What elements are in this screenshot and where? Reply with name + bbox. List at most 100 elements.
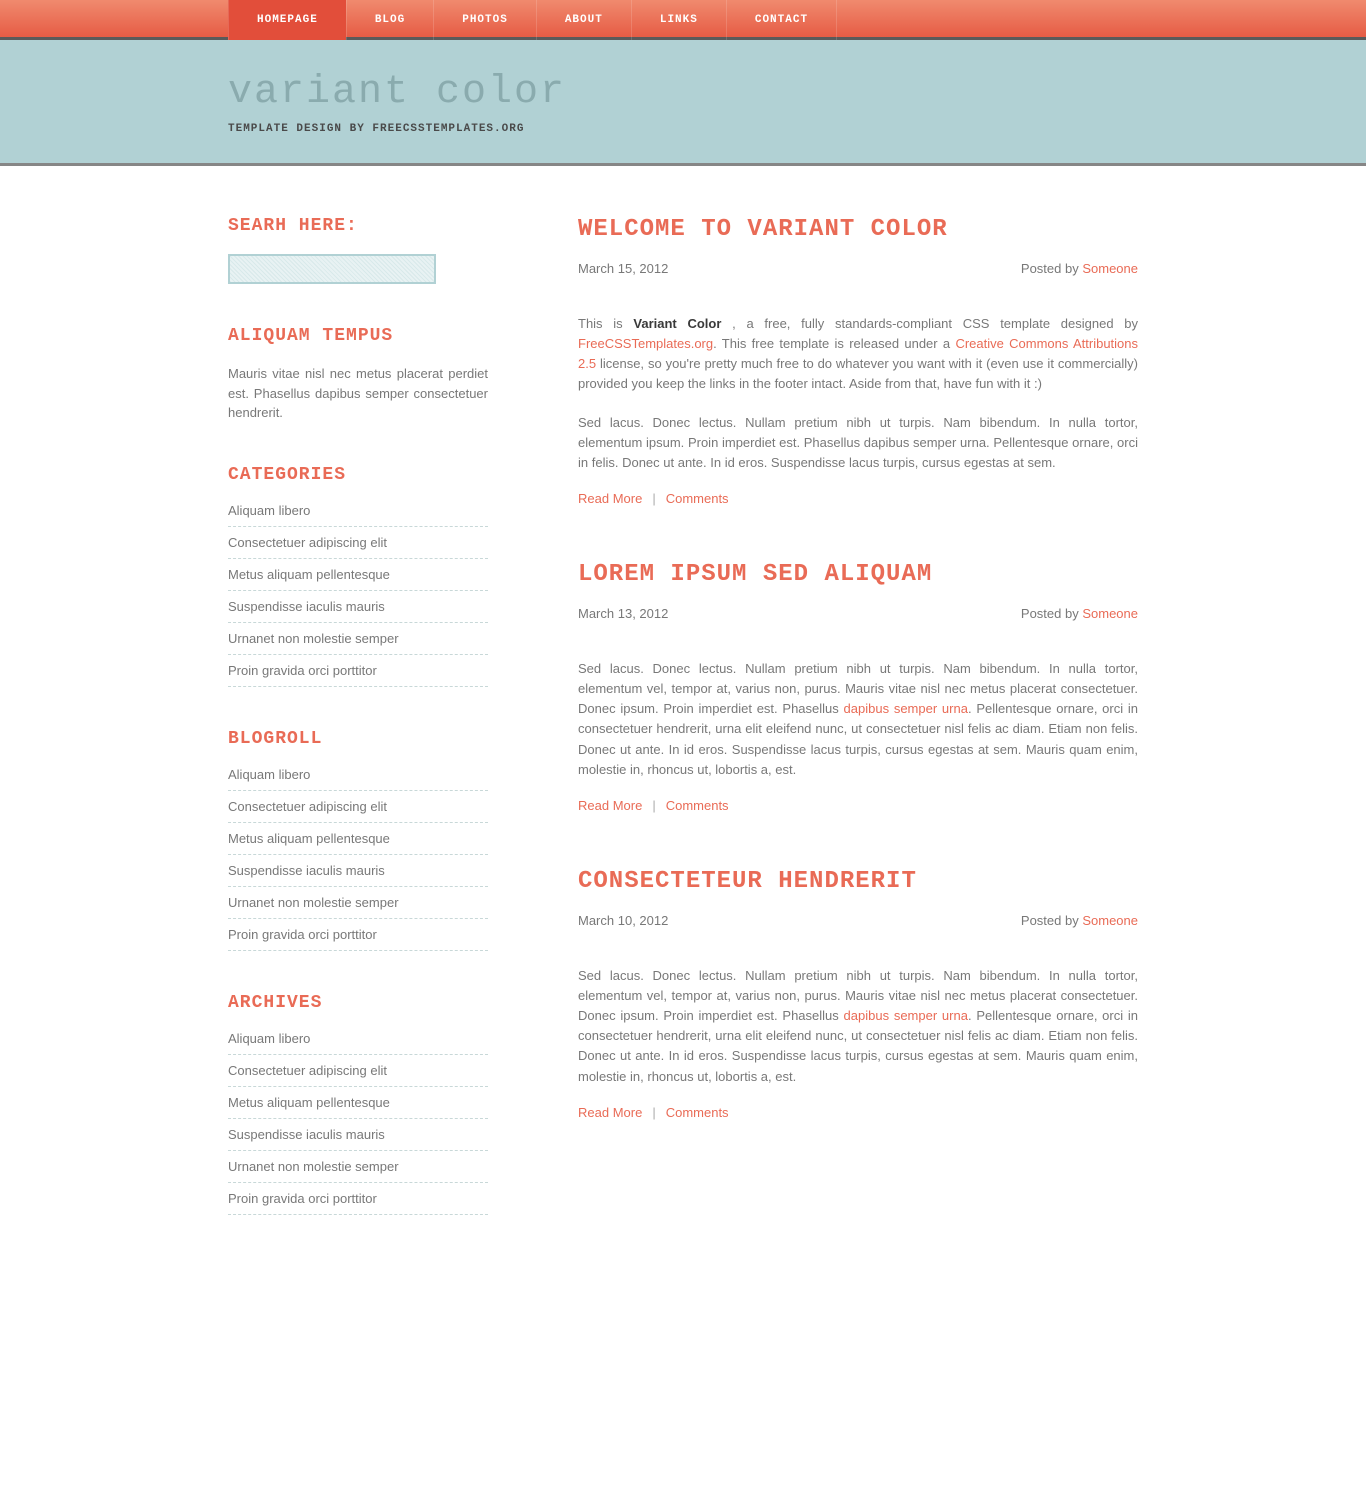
categories-heading: Categories	[228, 465, 488, 485]
site-title: variant color	[228, 70, 1183, 115]
post-links: Read More | Comments	[578, 1105, 1138, 1120]
list-item: Metus aliquam pellentesque	[228, 1087, 488, 1119]
search-heading: Searh Here:	[228, 216, 488, 236]
read-more-link[interactable]: Read More	[578, 491, 642, 506]
content-area: Welcome to Variant Color March 15, 2012 Po…	[578, 216, 1138, 1257]
post-title: Welcome to Variant Color	[578, 216, 1138, 243]
nav-item-about[interactable]: About	[536, 0, 631, 40]
separator: |	[652, 491, 655, 506]
comments-link[interactable]: Comments	[666, 798, 729, 813]
list-item: Proin gravida orci porttitor	[228, 655, 488, 687]
list-item: Consectetuer adipiscing elit	[228, 527, 488, 559]
list-item: Aliquam libero	[228, 1031, 488, 1055]
archives-box: Archives Aliquam libero Consectetuer adip…	[228, 993, 488, 1215]
nav-item-links[interactable]: Links	[631, 0, 726, 40]
comments-link[interactable]: Comments	[666, 491, 729, 506]
list-item: Urnanet non molestie semper	[228, 1151, 488, 1183]
post-meta: March 13, 2012 Posted by Someone	[578, 606, 1138, 621]
tempus-text: Mauris vitae nisl nec metus placerat per…	[228, 364, 488, 423]
post: Lorem ipsum sed aliquam March 13, 2012 Pos…	[578, 561, 1138, 813]
list-item: Consectetuer adipiscing elit	[228, 791, 488, 823]
archive-link[interactable]: Suspendisse iaculis mauris	[228, 1127, 385, 1142]
header-banner: variant color Template design by FreeCSS…	[0, 40, 1366, 166]
archive-link[interactable]: Consectetuer adipiscing elit	[228, 1063, 387, 1078]
list-item: Proin gravida orci porttitor	[228, 919, 488, 951]
post-byline: Posted by Someone	[1021, 913, 1138, 928]
categories-box: Categories Aliquam libero Consectetuer ad…	[228, 465, 488, 687]
post: Welcome to Variant Color March 15, 2012 Po…	[578, 216, 1138, 506]
post-meta: March 10, 2012 Posted by Someone	[578, 913, 1138, 928]
category-link[interactable]: Aliquam libero	[228, 503, 310, 518]
list-item: Aliquam libero	[228, 767, 488, 791]
post-title-link[interactable]: Consecteteur hendrerit	[578, 868, 917, 895]
post-title-link[interactable]: Welcome to Variant Color	[578, 216, 948, 243]
post-body: This is Variant Color , a free, fully st…	[578, 314, 1138, 395]
post-author-link[interactable]: Someone	[1082, 913, 1138, 928]
list-item: Suspendisse iaculis mauris	[228, 855, 488, 887]
blogroll-box: Blogroll Aliquam libero Consectetuer adip…	[228, 729, 488, 951]
tempus-heading: Aliquam tempus	[228, 326, 488, 346]
top-nav-bar: HomepageBlogPhotosAboutLinksContact	[0, 0, 1366, 40]
blogroll-heading: Blogroll	[228, 729, 488, 749]
list-item: Consectetuer adipiscing elit	[228, 1055, 488, 1087]
main-menu: HomepageBlogPhotosAboutLinksContact	[183, 0, 1183, 40]
archive-link[interactable]: Proin gravida orci porttitor	[228, 1191, 377, 1206]
post-body: Sed lacus. Donec lectus. Nullam pretium …	[578, 413, 1138, 473]
list-item: Metus aliquam pellentesque	[228, 559, 488, 591]
list-item: Urnanet non molestie semper	[228, 623, 488, 655]
archives-list: Aliquam libero Consectetuer adipiscing el…	[228, 1031, 488, 1215]
post-date: March 13, 2012	[578, 606, 668, 621]
post-links: Read More | Comments	[578, 491, 1138, 506]
nav-item-contact[interactable]: Contact	[726, 0, 837, 40]
tempus-box: Aliquam tempus Mauris vitae nisl nec met…	[228, 326, 488, 423]
comments-link[interactable]: Comments	[666, 1105, 729, 1120]
blogroll-list: Aliquam libero Consectetuer adipiscing el…	[228, 767, 488, 951]
archive-link[interactable]: Metus aliquam pellentesque	[228, 1095, 390, 1110]
archives-heading: Archives	[228, 993, 488, 1013]
post-title: Consecteteur hendrerit	[578, 868, 1138, 895]
archive-link[interactable]: Urnanet non molestie semper	[228, 1159, 399, 1174]
post-body: Sed lacus. Donec lectus. Nullam pretium …	[578, 966, 1138, 1087]
archive-link[interactable]: Aliquam libero	[228, 1031, 310, 1046]
list-item: Urnanet non molestie semper	[228, 887, 488, 919]
post-byline: Posted by Someone	[1021, 261, 1138, 276]
post-date: March 15, 2012	[578, 261, 668, 276]
separator: |	[652, 798, 655, 813]
blogroll-link[interactable]: Proin gravida orci porttitor	[228, 927, 377, 942]
sidebar: Searh Here: Aliquam tempus Mauris vitae …	[228, 216, 488, 1257]
blogroll-link[interactable]: Suspendisse iaculis mauris	[228, 863, 385, 878]
post-body: Sed lacus. Donec lectus. Nullam pretium …	[578, 659, 1138, 780]
list-item: Aliquam libero	[228, 503, 488, 527]
categories-list: Aliquam libero Consectetuer adipiscing el…	[228, 503, 488, 687]
blogroll-link[interactable]: Urnanet non molestie semper	[228, 895, 399, 910]
post-author-link[interactable]: Someone	[1082, 261, 1138, 276]
blogroll-link[interactable]: Metus aliquam pellentesque	[228, 831, 390, 846]
nav-item-photos[interactable]: Photos	[433, 0, 536, 40]
post: Consecteteur hendrerit March 10, 2012 Post…	[578, 868, 1138, 1120]
post-byline: Posted by Someone	[1021, 606, 1138, 621]
category-link[interactable]: Metus aliquam pellentesque	[228, 567, 390, 582]
post-date: March 10, 2012	[578, 913, 668, 928]
blogroll-link[interactable]: Aliquam libero	[228, 767, 310, 782]
post-meta: March 15, 2012 Posted by Someone	[578, 261, 1138, 276]
read-more-link[interactable]: Read More	[578, 798, 642, 813]
post-author-link[interactable]: Someone	[1082, 606, 1138, 621]
post-title: Lorem ipsum sed aliquam	[578, 561, 1138, 588]
list-item: Proin gravida orci porttitor	[228, 1183, 488, 1215]
blogroll-link[interactable]: Consectetuer adipiscing elit	[228, 799, 387, 814]
category-link[interactable]: Proin gravida orci porttitor	[228, 663, 377, 678]
separator: |	[652, 1105, 655, 1120]
category-link[interactable]: Urnanet non molestie semper	[228, 631, 399, 646]
search-box: Searh Here:	[228, 216, 488, 284]
list-item: Suspendisse iaculis mauris	[228, 591, 488, 623]
list-item: Suspendisse iaculis mauris	[228, 1119, 488, 1151]
search-input[interactable]	[228, 254, 436, 284]
post-title-link[interactable]: Lorem ipsum sed aliquam	[578, 561, 932, 588]
site-subtitle: Template design by FreeCSSTemplates.org	[228, 123, 1183, 135]
read-more-link[interactable]: Read More	[578, 1105, 642, 1120]
category-link[interactable]: Suspendisse iaculis mauris	[228, 599, 385, 614]
list-item: Metus aliquam pellentesque	[228, 823, 488, 855]
nav-item-blog[interactable]: Blog	[346, 0, 433, 40]
nav-item-homepage[interactable]: Homepage	[228, 0, 346, 40]
category-link[interactable]: Consectetuer adipiscing elit	[228, 535, 387, 550]
